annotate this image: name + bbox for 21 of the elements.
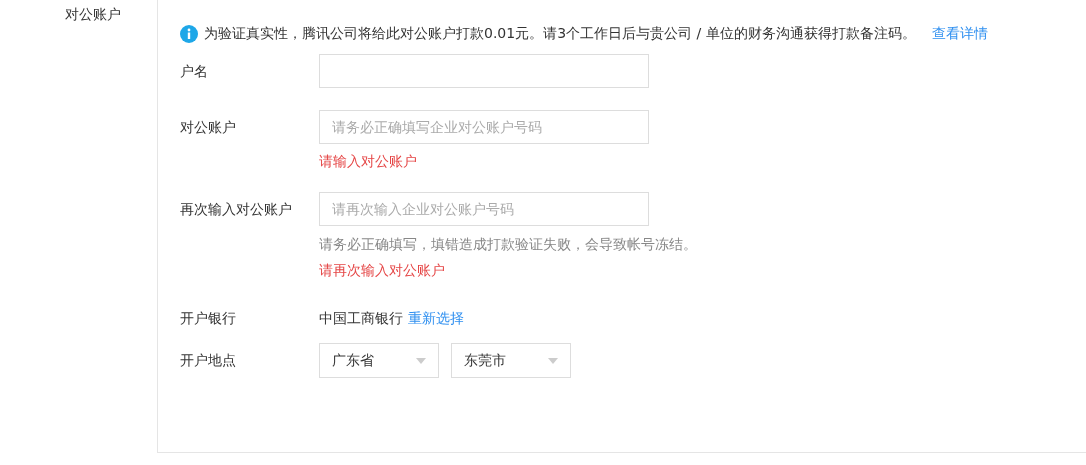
section-label: 对公账户 bbox=[65, 6, 121, 22]
input-field[interactable]: 请务必正确填写企业对公账户号码 bbox=[319, 110, 649, 144]
dropdown[interactable]: 东莞市 bbox=[451, 343, 571, 378]
error-message: 请输入对公账户 bbox=[319, 152, 418, 170]
input-field[interactable]: 请再次输入企业对公账户号码 bbox=[319, 192, 649, 226]
caret-icon bbox=[416, 357, 426, 364]
input-field[interactable] bbox=[319, 54, 649, 88]
field-label: 户名 bbox=[180, 62, 209, 81]
info-icon bbox=[180, 25, 198, 43]
reselect-link[interactable]: 重新选择 bbox=[408, 301, 464, 335]
caret-icon bbox=[548, 357, 558, 364]
field-label: 再次输入对公账户 bbox=[180, 200, 293, 219]
notice-text: 为验证真实性，腾讯公司将给此对公账户打款0.01元。请3个工作日后与贵公司 / 单位的财务沟通获得打款备注码。 bbox=[204, 25, 916, 43]
error-message: 请再次输入对公账户 bbox=[319, 261, 446, 279]
details-link[interactable]: 查看详情 bbox=[931, 25, 988, 43]
bank-name: 中国工商银行 bbox=[319, 309, 403, 328]
field-label: 开户银行 bbox=[180, 309, 237, 328]
field-label: 开户地点 bbox=[180, 351, 237, 370]
dropdown[interactable]: 广东省 bbox=[319, 343, 439, 378]
field-label: 对公账户 bbox=[180, 118, 237, 137]
hint-text: 请务必正确填写，填错造成打款验证失败，会导致帐号冻结。 bbox=[319, 235, 697, 253]
